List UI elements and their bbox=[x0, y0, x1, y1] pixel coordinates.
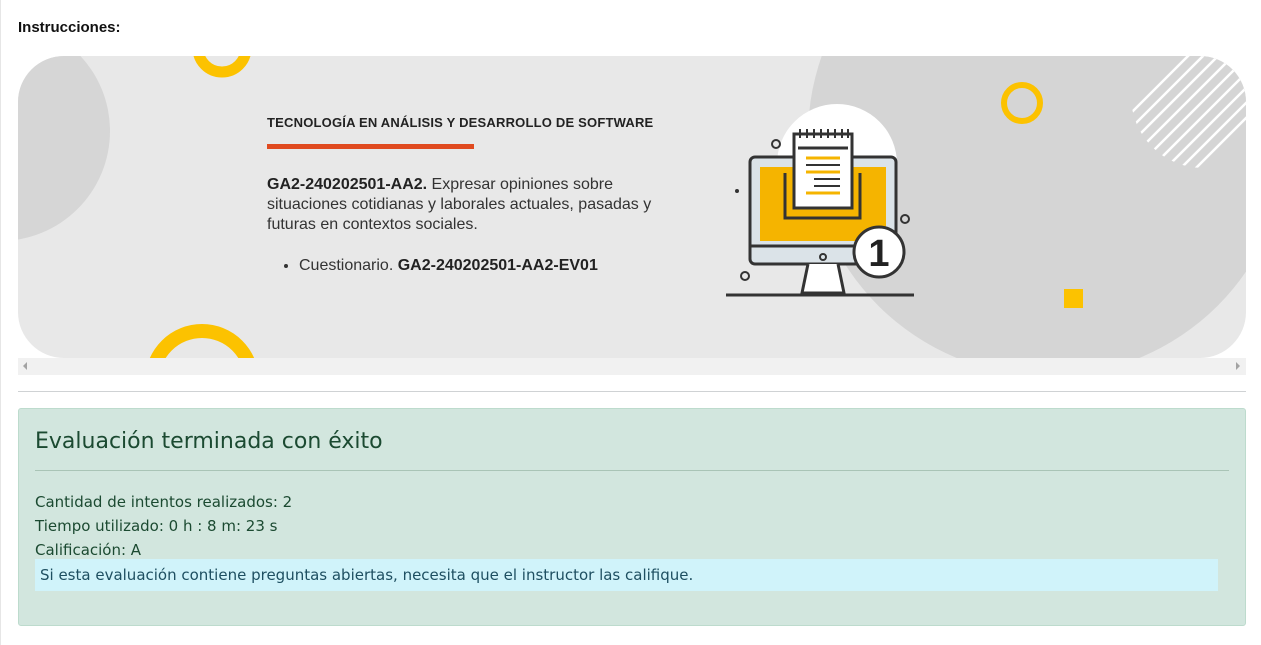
activity-description: GA2-240202501-AA2. Expresar opiniones so… bbox=[267, 175, 687, 235]
horizontal-scrollbar[interactable] bbox=[18, 358, 1246, 375]
step-number-badge: 1 bbox=[868, 233, 889, 275]
banner-text: TECNOLOGÍA EN ANÁLISIS Y DESARROLLO DE S… bbox=[267, 115, 687, 275]
program-title: TECNOLOGÍA EN ANÁLISIS Y DESARROLLO DE S… bbox=[267, 115, 654, 130]
instructions-banner: 1 TECNOLOGÍA EN ANÁLISIS Y DESARROLLO DE… bbox=[18, 56, 1246, 358]
time-used: Tiempo utilizado: 0 h : 8 m: 23 s bbox=[35, 517, 278, 535]
result-details: Cantidad de intentos realizados: 2 Tiemp… bbox=[35, 490, 292, 562]
decor-ring-bottom bbox=[149, 324, 255, 358]
scroll-left-arrow-icon[interactable] bbox=[23, 362, 27, 370]
evaluation-result-panel: Evaluación terminada con éxito Cantidad … bbox=[18, 408, 1246, 626]
section-divider bbox=[18, 391, 1246, 392]
scroll-right-arrow-icon[interactable] bbox=[1236, 362, 1240, 370]
computer-checklist-icon: 1 bbox=[726, 104, 914, 297]
decor-square bbox=[1064, 289, 1083, 308]
attempts-count: Cantidad de intentos realizados: 2 bbox=[35, 493, 293, 511]
accent-underline bbox=[267, 144, 474, 149]
list-item: Cuestionario. GA2-240202501-AA2-EV01 bbox=[299, 257, 687, 275]
decor-ring-top bbox=[193, 56, 251, 78]
deliverables-list: Cuestionario. GA2-240202501-AA2-EV01 bbox=[267, 257, 687, 275]
result-divider bbox=[35, 470, 1229, 471]
deliverable-code: GA2-240202501-AA2-EV01 bbox=[397, 257, 598, 274]
deliverable-prefix: Cuestionario. bbox=[299, 257, 398, 274]
banner-scroll-container[interactable]: 1 TECNOLOGÍA EN ANÁLISIS Y DESARROLLO DE… bbox=[18, 56, 1246, 375]
left-border bbox=[0, 0, 1, 645]
open-questions-notice: Si esta evaluación contiene preguntas ab… bbox=[35, 559, 1218, 591]
result-title: Evaluación terminada con éxito bbox=[35, 429, 383, 454]
instructions-heading: Instrucciones: bbox=[18, 19, 121, 36]
decor-circle-left bbox=[18, 56, 110, 240]
activity-code: GA2-240202501-AA2. bbox=[267, 176, 428, 193]
